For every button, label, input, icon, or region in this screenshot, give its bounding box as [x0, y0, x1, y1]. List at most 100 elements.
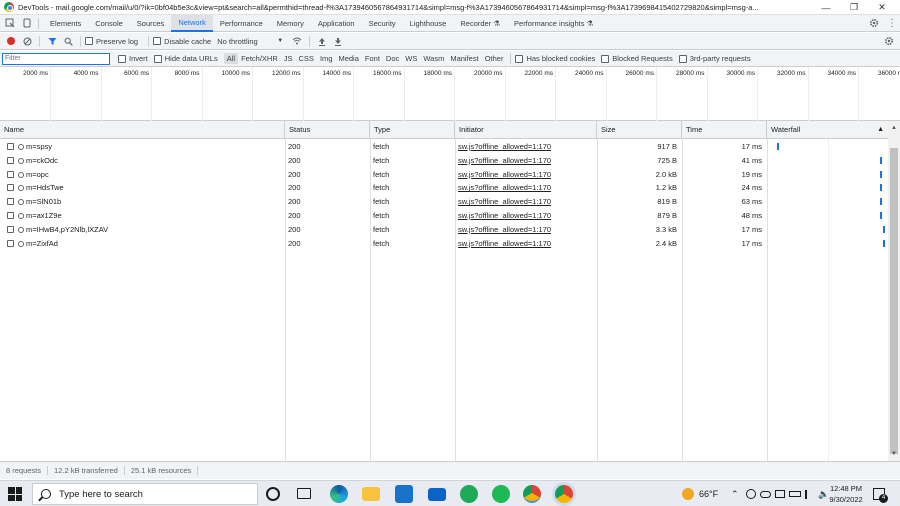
- cell-name[interactable]: m=spsy: [26, 140, 281, 154]
- scrollbar-thumb[interactable]: [890, 148, 898, 454]
- tab-lighthouse[interactable]: Lighthouse: [403, 15, 454, 32]
- filter-type-manifest[interactable]: Manifest: [447, 53, 481, 64]
- wifi-icon[interactable]: [805, 489, 814, 499]
- weather-widget[interactable]: 66°F: [682, 481, 718, 506]
- network-globe-icon[interactable]: [746, 489, 756, 499]
- cell-name[interactable]: m=IHwB4,pY2Nlb,lXZAV: [26, 223, 281, 237]
- filter-type-js[interactable]: JS: [281, 53, 296, 64]
- cell-name[interactable]: m=SlN01b: [26, 195, 281, 209]
- cell-initiator[interactable]: sw.js?offline_allowed=1:170: [458, 181, 595, 195]
- filter-type-ws[interactable]: WS: [402, 53, 420, 64]
- column-time-header[interactable]: Time: [682, 121, 767, 139]
- table-row[interactable]: m=ZixfAd 200 fetch sw.js?offline_allowed=1:…: [0, 237, 888, 251]
- tab-network[interactable]: Network: [171, 14, 213, 32]
- column-name-header[interactable]: Name: [0, 121, 285, 139]
- table-row[interactable]: m=IHwB4,pY2Nlb,lXZAV 200 fetch sw.js?offlin…: [0, 223, 888, 237]
- network-overview-timeline[interactable]: 2000 ms 4000 ms 6000 ms 8000 ms 10000 ms 1200…: [0, 67, 900, 121]
- blocked-requests-checkbox[interactable]: Blocked Requests: [601, 54, 673, 63]
- clear-button[interactable]: [19, 33, 35, 49]
- tab-application[interactable]: Application: [311, 15, 362, 32]
- table-vertical-scrollbar[interactable]: ▲ ▼: [888, 121, 900, 461]
- search-button[interactable]: [60, 33, 76, 49]
- checkbox-box[interactable]: [85, 37, 93, 45]
- filter-type-fetch-xhr[interactable]: Fetch/XHR: [238, 53, 281, 64]
- column-waterfall-header[interactable]: Waterfall ▲: [767, 121, 888, 139]
- preserve-log-checkbox[interactable]: Preserve log: [85, 37, 138, 46]
- scroll-up-arrow-icon[interactable]: ▲: [890, 125, 898, 133]
- tab-performance-insights[interactable]: Performance insights ⚗: [507, 15, 600, 32]
- cell-initiator[interactable]: sw.js?offline_allowed=1:170: [458, 209, 595, 223]
- has-blocked-cookies-checkbox[interactable]: Has blocked cookies: [515, 54, 595, 63]
- microsoft-store-icon[interactable]: [395, 485, 413, 503]
- checkbox-box[interactable]: [153, 37, 162, 45]
- scroll-down-arrow-icon[interactable]: ▼: [890, 451, 898, 459]
- edge-browser-icon[interactable]: [330, 485, 348, 503]
- filter-toggle-button[interactable]: [44, 33, 60, 49]
- tab-sources[interactable]: Sources: [130, 15, 172, 32]
- table-row[interactable]: m=ax1Z9e 200 fetch sw.js?offline_allowed=1:…: [0, 209, 888, 223]
- close-button[interactable]: ✕: [868, 0, 896, 15]
- filter-type-other[interactable]: Other: [482, 53, 507, 64]
- file-explorer-icon[interactable]: [362, 487, 380, 501]
- table-row[interactable]: m=ckOdc 200 fetch sw.js?offline_allowed=1:1…: [0, 154, 888, 168]
- filter-type-font[interactable]: Font: [362, 53, 383, 64]
- windows-start-button[interactable]: [8, 487, 22, 501]
- table-row[interactable]: m=spsy 200 fetch sw.js?offline_allowed=1:17…: [0, 140, 888, 154]
- third-party-checkbox[interactable]: 3rd-party requests: [678, 54, 751, 63]
- hide-data-urls-checkbox[interactable]: Hide data URLs: [153, 54, 218, 63]
- table-row[interactable]: m=SlN01b 200 fetch sw.js?offline_allowed=1:…: [0, 195, 888, 209]
- device-toolbar-icon[interactable]: [20, 16, 34, 30]
- cell-initiator[interactable]: sw.js?offline_allowed=1:170: [458, 195, 595, 209]
- column-initiator-header[interactable]: Initiator: [455, 121, 597, 139]
- system-clock[interactable]: 12:48 PM 9/30/2022: [826, 481, 866, 506]
- minimize-button[interactable]: —: [812, 0, 840, 15]
- invert-checkbox[interactable]: Invert: [118, 54, 148, 63]
- settings-gear-icon[interactable]: [867, 16, 881, 30]
- checkbox-box[interactable]: [678, 54, 687, 63]
- cell-name[interactable]: m=ZixfAd: [26, 237, 281, 251]
- tab-console[interactable]: Console: [88, 15, 130, 32]
- import-har-button[interactable]: [314, 33, 330, 49]
- throttling-select[interactable]: No throttling ▼: [217, 37, 283, 46]
- cell-initiator[interactable]: sw.js?offline_allowed=1:170: [458, 223, 595, 237]
- filter-type-wasm[interactable]: Wasm: [420, 53, 447, 64]
- filter-type-img[interactable]: Img: [317, 53, 336, 64]
- table-row[interactable]: m=opc 200 fetch sw.js?offline_allowed=1:170…: [0, 168, 888, 182]
- green-app-icon[interactable]: [460, 485, 478, 503]
- onedrive-cloud-icon[interactable]: [760, 490, 771, 498]
- table-row[interactable]: m=HdsTwe 200 fetch sw.js?offline_allowed=1:…: [0, 181, 888, 195]
- maximize-button[interactable]: ❐: [840, 0, 868, 15]
- tab-recorder[interactable]: Recorder ⚗: [453, 15, 507, 32]
- tab-performance[interactable]: Performance: [213, 15, 270, 32]
- filter-type-all[interactable]: All: [223, 53, 239, 64]
- checkbox-box[interactable]: [515, 54, 524, 63]
- spotify-icon[interactable]: [492, 485, 510, 503]
- task-view-icon[interactable]: [297, 488, 311, 499]
- record-button[interactable]: [3, 33, 19, 49]
- filter-type-doc[interactable]: Doc: [383, 53, 402, 64]
- filter-input[interactable]: [2, 52, 110, 65]
- cell-name[interactable]: m=opc: [26, 168, 281, 182]
- display-icon[interactable]: [775, 490, 785, 498]
- filter-type-media[interactable]: Media: [335, 53, 361, 64]
- export-har-button[interactable]: [330, 33, 346, 49]
- cell-initiator[interactable]: sw.js?offline_allowed=1:170: [458, 237, 595, 251]
- notification-center-button[interactable]: 4: [873, 481, 888, 506]
- disable-cache-checkbox[interactable]: Disable cache: [153, 37, 211, 46]
- filter-type-css[interactable]: CSS: [296, 53, 317, 64]
- tab-memory[interactable]: Memory: [270, 15, 311, 32]
- checkbox-box[interactable]: [153, 54, 162, 63]
- chrome-taskbar-icon[interactable]: [523, 485, 541, 503]
- network-conditions-button[interactable]: [289, 33, 305, 49]
- cell-initiator[interactable]: sw.js?offline_allowed=1:170: [458, 154, 595, 168]
- tab-security[interactable]: Security: [362, 15, 403, 32]
- chrome-active-taskbar-icon[interactable]: [555, 485, 573, 503]
- battery-icon[interactable]: [789, 491, 801, 497]
- show-hidden-icons-chevron-icon[interactable]: ⌃: [731, 481, 739, 506]
- network-settings-button[interactable]: [881, 33, 897, 49]
- tab-elements[interactable]: Elements: [43, 15, 88, 32]
- column-size-header[interactable]: Size: [597, 121, 682, 139]
- cell-name[interactable]: m=ckOdc: [26, 154, 281, 168]
- checkbox-box[interactable]: [118, 54, 126, 63]
- column-status-header[interactable]: Status: [285, 121, 370, 139]
